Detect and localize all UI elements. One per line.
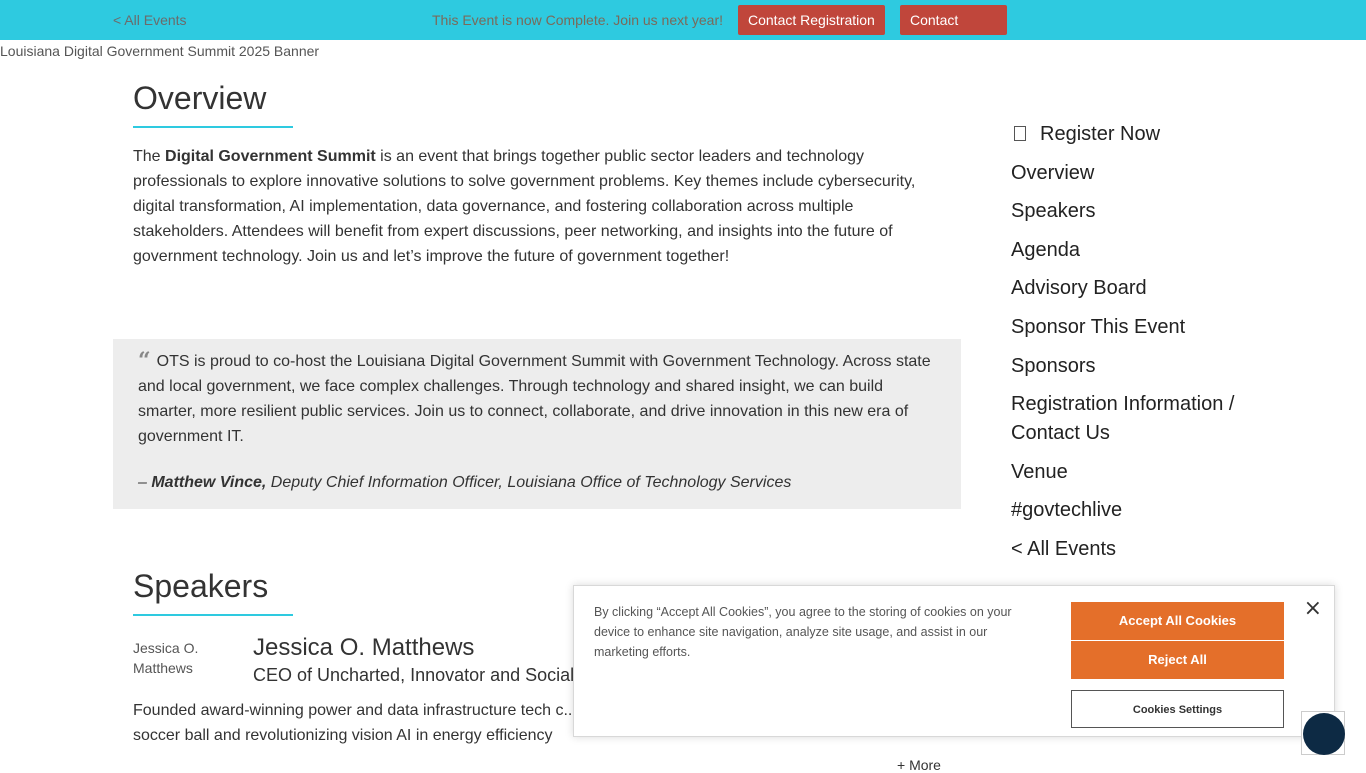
nav-govtechlive[interactable]: #govtechlive — [1011, 496, 1251, 525]
quote-mark-icon: “ — [138, 348, 151, 374]
quote-author-title: Deputy Chief Information Officer, Louisi… — [266, 474, 792, 491]
quote-dash: – — [138, 474, 152, 491]
speakers-heading: Speakers — [133, 568, 269, 604]
contact-registration-button[interactable]: Contact Registration — [738, 5, 885, 35]
accept-all-cookies-button[interactable]: Accept All Cookies — [1071, 602, 1284, 640]
contact-sales-button[interactable]: Contact Sales — [900, 5, 1007, 58]
nav-overview[interactable]: Overview — [1011, 159, 1251, 188]
banner-alt-text: Louisiana Digital Government Summit 2025… — [0, 43, 320, 59]
cookies-settings-button[interactable]: Cookies Settings — [1071, 690, 1284, 728]
overview-intro-prefix: The — [133, 148, 166, 165]
overview-intro-rest: is an event that brings together public … — [133, 148, 916, 265]
event-side-navigation: Register Now Overview Speakers Agenda Ad… — [1011, 120, 1251, 574]
nav-sponsor-this-event[interactable]: Sponsor This Event — [1011, 313, 1251, 342]
speakers-underline — [133, 614, 293, 616]
quote-author: Matthew Vince, — [151, 474, 267, 491]
speaker-title: CEO of Uncharted, Innovator and Social — [253, 665, 575, 685]
event-banner-image: Louisiana Digital Government Summit 2025… — [0, 43, 319, 59]
quote-attribution: – Matthew Vince, Deputy Chief Informatio… — [138, 474, 791, 492]
reject-all-cookies-button[interactable]: Reject All — [1071, 641, 1284, 679]
nav-registration-info[interactable]: Registration Information / Contact Us — [1011, 390, 1251, 448]
calendar-icon — [1014, 126, 1026, 141]
event-complete-message: This Event is now Complete. Join us next… — [432, 12, 724, 28]
nav-venue[interactable]: Venue — [1011, 458, 1251, 487]
speaker-name[interactable]: Jessica O. Matthews — [253, 634, 474, 662]
speaker-more-link[interactable]: + More — [897, 757, 941, 773]
nav-advisory-board[interactable]: Advisory Board — [1011, 274, 1251, 303]
speaker-photo: Jessica O. Matthews — [133, 640, 199, 676]
nav-register-now-label: Register Now — [1040, 123, 1161, 145]
nav-register-now[interactable]: Register Now — [1011, 120, 1251, 149]
quote-text: “OTS is proud to co-host the Louisiana D… — [138, 349, 938, 449]
testimonial-quote-box: “OTS is proud to co-host the Louisiana D… — [113, 339, 961, 509]
overview-intro-bold: Digital Government Summit — [165, 148, 376, 165]
top-announcement-bar: < All Events This Event is now Complete.… — [0, 0, 1366, 58]
accessibility-icon — [1303, 713, 1345, 755]
overview-underline — [133, 126, 293, 128]
nav-speakers[interactable]: Speakers — [1011, 197, 1251, 226]
accessibility-widget-button[interactable] — [1301, 711, 1345, 755]
cookie-consent-dialog: By clicking “Accept All Cookies”, you ag… — [573, 585, 1335, 737]
nav-all-events[interactable]: < All Events — [1011, 535, 1251, 564]
overview-heading: Overview — [133, 80, 267, 116]
cookie-consent-text: By clicking “Accept All Cookies”, you ag… — [594, 605, 1012, 659]
quote-body: OTS is proud to co-host the Louisiana Di… — [138, 353, 931, 445]
all-events-link-top[interactable]: < All Events — [113, 12, 187, 28]
nav-sponsors[interactable]: Sponsors — [1011, 352, 1251, 381]
close-icon[interactable]: × — [1304, 596, 1322, 621]
overview-paragraph: The Digital Government Summit is an even… — [133, 144, 933, 269]
nav-agenda[interactable]: Agenda — [1011, 236, 1251, 265]
